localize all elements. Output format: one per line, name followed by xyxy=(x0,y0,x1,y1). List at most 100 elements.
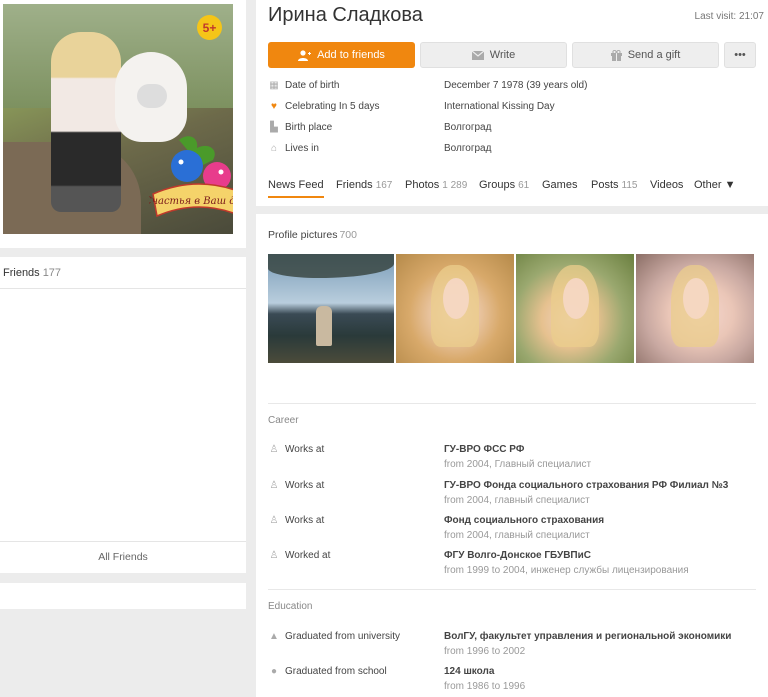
more-options-button[interactable]: ••• xyxy=(724,42,756,68)
education-label: Graduated from school xyxy=(285,666,387,677)
career-org-link[interactable]: ГУ-ВРО Фонда социального страхования РФ … xyxy=(444,480,728,491)
tab-label: News Feed xyxy=(268,179,324,191)
profile-info: ▦ Date of birth December 7 1978 (39 year… xyxy=(268,80,760,164)
info-row-birth-place: ▙ Birth place Волгоград xyxy=(268,122,760,143)
tab-posts[interactable]: Posts 115 xyxy=(591,179,637,191)
career-details: from 2004, главный специалист xyxy=(444,495,590,506)
profile-main: Ирина Сладкова Last visit: 21:07 Add to … xyxy=(256,0,768,697)
add-to-friends-button[interactable]: Add to friends xyxy=(268,42,415,68)
profile-actions: Add to friends Write Send a gift ••• xyxy=(268,42,760,68)
tab-friends[interactable]: Friends 167 xyxy=(336,179,392,191)
tab-label: Games xyxy=(542,179,578,191)
career-org-link[interactable]: ГУ-ВРО ФСС РФ xyxy=(444,444,524,455)
info-label: Celebrating In 5 days xyxy=(285,101,380,112)
envelope-icon xyxy=(471,50,484,60)
work-icon: ♙ xyxy=(269,550,279,561)
friends-card-title[interactable]: Friends 177 xyxy=(3,267,61,279)
profile-picture[interactable] xyxy=(516,254,634,363)
holiday-link[interactable]: International Kissing Day xyxy=(444,101,555,112)
profile-avatar[interactable]: Счастья в Ваш дом! xyxy=(3,4,233,234)
info-row-lives-in: ⌂ Lives in Волгоград xyxy=(268,143,760,164)
tab-label: Posts xyxy=(591,179,619,191)
birth-place-link[interactable]: Волгоград xyxy=(444,122,491,133)
career-title: Career xyxy=(268,415,299,426)
gift-icon xyxy=(610,49,622,61)
last-visit: Last visit: 21:07 xyxy=(694,11,764,22)
info-row-birth-date: ▦ Date of birth December 7 1978 (39 year… xyxy=(268,80,760,101)
career-details: from 2004, главный специалист xyxy=(444,530,590,541)
education-details: from 1996 to 2002 xyxy=(444,646,526,657)
career-row: ♙ Worked at ФГУ Волго-Донское ГБУВПиС fr… xyxy=(268,550,756,580)
heart-balloon-icon: ♥ xyxy=(271,101,277,112)
education-title: Education xyxy=(268,601,313,612)
info-label: Date of birth xyxy=(285,80,340,91)
building-icon: ▙ xyxy=(270,122,278,133)
school-bell-icon: ● xyxy=(270,666,278,677)
tab-other[interactable]: Other ▼ xyxy=(694,179,735,191)
greeting-sticker-icon: Счастья в Ваш дом! xyxy=(149,136,233,218)
info-label: Lives in xyxy=(285,143,319,154)
calendar-icon: ▦ xyxy=(269,80,279,91)
career-details: from 2004, Главный специалист xyxy=(444,459,592,470)
tab-news-feed[interactable]: News Feed xyxy=(268,179,324,198)
age-rating-badge: 5+ xyxy=(197,15,222,40)
photo-tree xyxy=(268,254,394,278)
more-options-icon: ••• xyxy=(734,49,746,61)
tab-games[interactable]: Games xyxy=(542,179,577,191)
tab-label: Videos xyxy=(650,179,684,191)
write-message-button[interactable]: Write xyxy=(420,42,567,68)
profile-picture[interactable] xyxy=(396,254,514,363)
career-label: Works at xyxy=(285,444,325,455)
divider xyxy=(268,403,756,404)
all-friends-link[interactable]: All Friends xyxy=(0,551,246,563)
career-org-link[interactable]: ФГУ Волго-Донское ГБУВПиС xyxy=(444,550,591,561)
education-org-link[interactable]: 124 школа xyxy=(444,666,494,677)
career-details: from 1999 to 2004, инженер службы лиценз… xyxy=(444,565,689,576)
career-org-link[interactable]: Фонд социального страхования xyxy=(444,515,604,526)
career-row: ♙ Works at Фонд социального страхования … xyxy=(268,515,756,545)
tab-count: 167 xyxy=(375,180,393,191)
work-icon: ♙ xyxy=(269,480,279,491)
friends-card-count: 177 xyxy=(42,267,62,279)
tab-count: 115 xyxy=(621,180,638,191)
avatar-person xyxy=(51,32,121,212)
education-row: ▲ Graduated from university ВолГУ, факул… xyxy=(268,631,756,661)
profile-tabs: News Feed Friends 167 Photos 1 289 Groups 6… xyxy=(268,179,760,205)
greeting-sticker-text: Счастья в Ваш дом! xyxy=(149,196,233,207)
divider xyxy=(268,589,756,590)
work-icon: ♙ xyxy=(269,515,279,526)
empty-card xyxy=(0,583,246,609)
career-label: Works at xyxy=(285,515,325,526)
tab-videos[interactable]: Videos xyxy=(650,179,683,191)
divider xyxy=(0,288,246,289)
tab-photos[interactable]: Photos 1 289 xyxy=(405,179,467,191)
tab-groups[interactable]: Groups 61 xyxy=(479,179,529,191)
profile-header: Ирина Сладкова Last visit: 21:07 xyxy=(268,4,764,27)
tab-count: 1 289 xyxy=(442,180,468,191)
home-icon: ⌂ xyxy=(270,143,278,154)
write-message-label: Write xyxy=(489,49,516,61)
lives-in-link[interactable]: Волгоград xyxy=(444,143,491,154)
profile-name: Ирина Сладкова xyxy=(268,4,423,26)
work-icon: ♙ xyxy=(269,444,279,455)
education-org-link[interactable]: ВолГУ, факультет управления и региональн… xyxy=(444,631,731,642)
info-value: December 7 1978 (39 years old) xyxy=(444,80,588,91)
education-label: Graduated from university xyxy=(285,631,401,642)
info-label: Birth place xyxy=(285,122,333,133)
send-gift-button[interactable]: Send a gift xyxy=(572,42,719,68)
profile-picture[interactable] xyxy=(268,254,394,363)
tab-label: Other ▼ xyxy=(694,179,736,191)
photo-figure xyxy=(316,306,332,346)
friends-card: Friends 177 All Friends xyxy=(0,257,246,573)
add-user-icon xyxy=(298,49,312,61)
graduation-cap-icon: ▲ xyxy=(269,631,279,642)
avatar-dog-face xyxy=(137,84,167,108)
education-details: from 1986 to 1996 xyxy=(444,681,526,692)
info-row-celebrating: ♥ Celebrating In 5 days International Ki… xyxy=(268,101,760,122)
section-separator xyxy=(256,206,768,214)
tab-count: 61 xyxy=(518,180,530,191)
career-label: Works at xyxy=(285,480,325,491)
profile-pictures-title[interactable]: Profile pictures 700 xyxy=(268,229,357,241)
tab-label: Photos xyxy=(405,179,440,191)
profile-picture[interactable] xyxy=(636,254,754,363)
